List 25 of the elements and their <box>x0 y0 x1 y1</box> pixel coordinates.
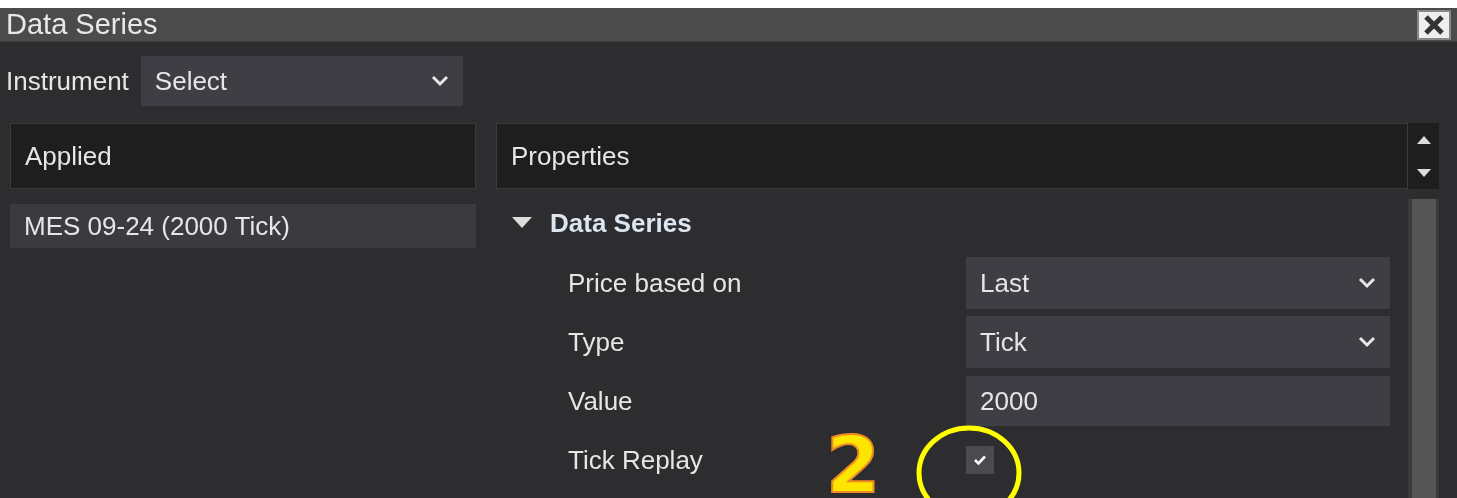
panel-header: Properties <box>496 123 1408 189</box>
annotation-number: 2 <box>826 426 881 498</box>
chevron-down-icon <box>1358 277 1376 289</box>
window-title: Data Series <box>6 8 158 41</box>
input-field[interactable]: 2000 <box>966 376 1390 426</box>
checkbox[interactable] <box>966 446 994 474</box>
panel-header: Applied <box>10 123 476 189</box>
property-label: Price based on <box>568 267 742 299</box>
chevron-down-icon <box>1358 336 1376 348</box>
dropdown[interactable]: Tick <box>966 316 1390 368</box>
instrument-dropdown[interactable]: Select <box>140 56 463 106</box>
group-header[interactable]: Data Series <box>496 189 698 257</box>
list-item[interactable]: MES 09-24 (2000 Tick) <box>10 204 476 248</box>
triangle-up-icon <box>1416 135 1431 144</box>
close-button[interactable] <box>1417 9 1451 40</box>
dropdown[interactable]: Last <box>966 257 1390 309</box>
check-icon <box>973 454 987 466</box>
scrollbar-thumb[interactable] <box>1411 199 1436 498</box>
property-label: Tick Replay <box>568 444 703 476</box>
property-label: Type <box>568 326 625 358</box>
chevron-down-icon <box>430 75 449 87</box>
triangle-down-icon <box>512 217 532 229</box>
instrument-label: Instrument <box>6 65 129 97</box>
property-label: Value <box>568 385 633 417</box>
triangle-down-icon <box>1416 168 1431 177</box>
